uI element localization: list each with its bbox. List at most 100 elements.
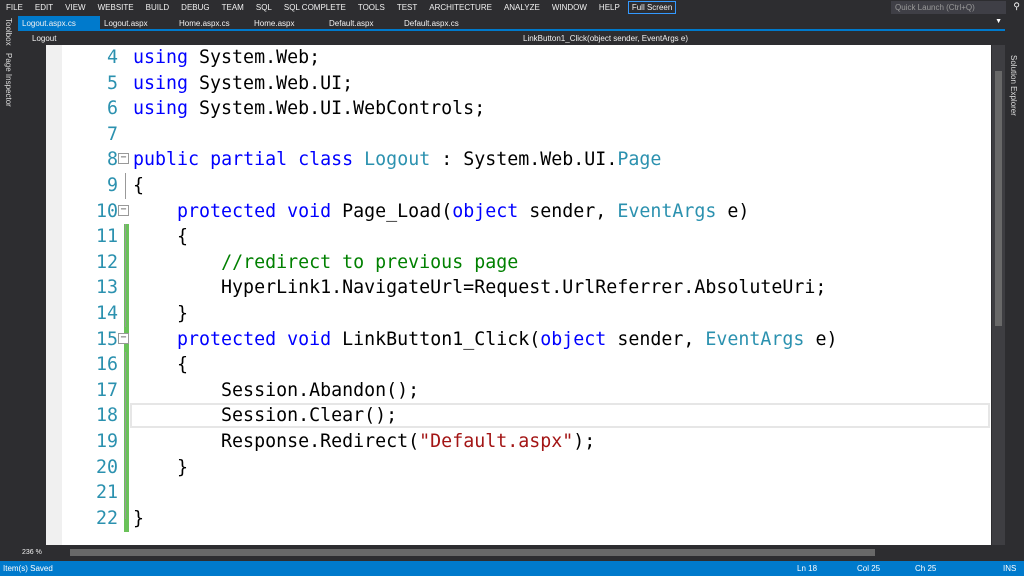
line-number: 22 bbox=[95, 507, 118, 529]
menu-bar: FILE EDIT VIEW WEBSITE BUILD DEBUG TEAM SQL SQL … bbox=[0, 0, 1024, 15]
line-number: 21 bbox=[95, 482, 118, 504]
line-number: 7 bbox=[106, 123, 118, 145]
status-message: Item(s) Saved bbox=[3, 564, 53, 573]
code-line: 18 Session.Clear(); bbox=[62, 403, 991, 430]
line-number: 20 bbox=[95, 456, 118, 478]
code-text: Session.Clear(); bbox=[133, 403, 397, 429]
outline-guide bbox=[125, 249, 126, 276]
code-line: 21 bbox=[62, 480, 991, 507]
code-line: 12 //redirect to previous page bbox=[62, 249, 991, 276]
menu-file[interactable]: FILE bbox=[0, 3, 29, 12]
tab-home-aspx-cs[interactable]: Home.aspx.cs bbox=[175, 16, 250, 29]
code-token: { bbox=[133, 354, 189, 376]
menu-sql-complete[interactable]: SQL COMPLETE bbox=[278, 3, 352, 12]
code-token: System.Web.UI; bbox=[188, 72, 354, 94]
code-token: HyperLink1.NavigateUrl=Request.UrlReferr… bbox=[133, 277, 827, 299]
menu-tools[interactable]: TOOLS bbox=[352, 3, 391, 12]
code-token: { bbox=[133, 175, 145, 196]
code-text: using System.Web.UI; bbox=[133, 71, 353, 97]
code-line: 8− public partial class Logout : System.W… bbox=[62, 147, 991, 173]
menu-debug[interactable]: DEBUG bbox=[175, 3, 215, 12]
code-line: 4 using System.Web; bbox=[62, 45, 991, 71]
collapse-icon[interactable]: − bbox=[118, 153, 129, 165]
horizontal-scroll-thumb[interactable] bbox=[70, 549, 875, 556]
outline-guide bbox=[125, 352, 126, 379]
code-line: 6 using System.Web.UI.WebControls; bbox=[62, 96, 991, 122]
code-line: 10− protected void Page_Load(object send… bbox=[62, 199, 991, 225]
code-text: public partial class Logout : System.Web… bbox=[133, 147, 661, 173]
code-line: 22} bbox=[62, 505, 991, 532]
keyword: class bbox=[298, 149, 354, 171]
menu-team[interactable]: TEAM bbox=[216, 3, 250, 12]
outline-guide bbox=[125, 480, 126, 507]
tab-default-aspx-cs[interactable]: Default.aspx.cs bbox=[400, 16, 475, 29]
code-area[interactable]: 4 using System.Web; 5 using System.Web.UI; 6… bbox=[62, 45, 991, 545]
insert-mode: INS bbox=[1003, 564, 1017, 573]
zoom-level-dropdown[interactable]: 236 % bbox=[22, 546, 42, 559]
menu-view[interactable]: VIEW bbox=[59, 3, 91, 12]
outline-guide bbox=[125, 429, 126, 455]
horizontal-scroll-row: 236 % bbox=[18, 546, 1005, 559]
member-dropdown[interactable]: LinkButton1_Click(object sender, EventAr… bbox=[523, 32, 688, 45]
code-token: Session.Clear(); bbox=[133, 405, 398, 427]
menu-website[interactable]: WEBSITE bbox=[92, 3, 140, 12]
tab-logout-aspx[interactable]: Logout.aspx bbox=[100, 16, 175, 29]
menu-window[interactable]: WINDOW bbox=[546, 3, 593, 12]
type-name: EventArgs bbox=[617, 200, 717, 222]
line-number: 13 bbox=[95, 277, 118, 299]
tab-dropdown-icon[interactable]: ▼ bbox=[995, 18, 1002, 25]
code-text: using System.Web; bbox=[133, 45, 320, 71]
code-token: } bbox=[133, 303, 189, 324]
menu-test[interactable]: TEST bbox=[391, 3, 423, 12]
menu-architecture[interactable]: ARCHITECTURE bbox=[423, 3, 498, 12]
tab-logout-aspx-cs[interactable]: Logout.aspx.cs bbox=[18, 16, 100, 29]
keyword: using bbox=[133, 47, 189, 68]
collapse-icon[interactable]: − bbox=[118, 204, 129, 216]
keyword: partial bbox=[210, 149, 288, 171]
full-screen-button[interactable]: Full Screen bbox=[627, 1, 677, 14]
outline-guide bbox=[125, 173, 126, 199]
code-line: 15− protected void LinkButton1_Click(obj… bbox=[62, 326, 991, 353]
code-token: sender, bbox=[518, 200, 618, 222]
menu-edit[interactable]: EDIT bbox=[29, 3, 59, 12]
menu-build[interactable]: BUILD bbox=[140, 3, 176, 12]
code-token: Response.Redirect( bbox=[133, 431, 420, 452]
collapse-icon[interactable]: − bbox=[118, 332, 129, 344]
tab-home-aspx[interactable]: Home.aspx bbox=[250, 16, 325, 29]
line-number: 6 bbox=[106, 98, 118, 120]
line-number: 18 bbox=[95, 405, 118, 427]
outline-guide bbox=[125, 224, 126, 251]
code-text: using System.Web.UI.WebControls; bbox=[133, 96, 485, 122]
code-line: 14 } bbox=[62, 301, 991, 327]
menu-analyze[interactable]: ANALYZE bbox=[498, 3, 546, 12]
tab-default-aspx[interactable]: Default.aspx bbox=[325, 16, 400, 29]
keyword: using bbox=[133, 98, 189, 120]
keyword: object bbox=[540, 328, 607, 350]
keyword: protected bbox=[177, 200, 277, 222]
code-token: Session.Abandon(); bbox=[133, 379, 420, 401]
class-dropdown[interactable]: Logout bbox=[32, 32, 56, 45]
menu-help[interactable]: HELP bbox=[593, 3, 626, 12]
menu-sql[interactable]: SQL bbox=[250, 3, 278, 12]
solution-explorer-tab[interactable]: Solution Explorer bbox=[1009, 55, 1018, 116]
code-token: } bbox=[133, 456, 189, 478]
line-number: 19 bbox=[95, 431, 118, 452]
code-token: e) bbox=[804, 328, 838, 350]
toolbox-tab[interactable]: Toolbox bbox=[4, 18, 13, 46]
page-inspector-tab[interactable]: Page Inspector bbox=[4, 53, 13, 107]
search-icon[interactable]: ⚲ bbox=[1013, 1, 1020, 12]
vertical-scrollbar[interactable] bbox=[992, 45, 1005, 545]
vertical-scroll-thumb[interactable] bbox=[995, 71, 1002, 326]
code-editor: 4 using System.Web; 5 using System.Web.UI; 6… bbox=[18, 45, 1005, 546]
keyword: protected bbox=[177, 328, 277, 350]
code-text: } bbox=[133, 506, 144, 532]
navigation-bar: Logout LinkButton1_Click(object sender, … bbox=[18, 32, 1005, 45]
quick-launch-input[interactable]: Quick Launch (Ctrl+Q) bbox=[891, 1, 1006, 14]
document-tabs: Logout.aspx.cs Logout.aspx Home.aspx.cs Hom… bbox=[18, 16, 1005, 31]
type-name: Page bbox=[617, 149, 662, 171]
status-bar: Item(s) Saved Ln 18 Col 25 Ch 25 INS bbox=[0, 561, 1024, 576]
